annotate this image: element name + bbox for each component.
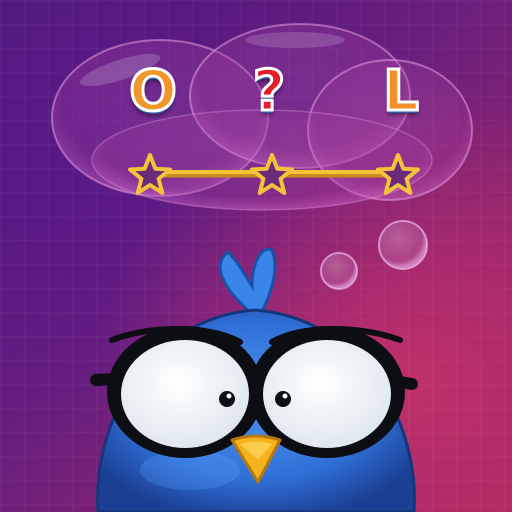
game-background: O ? L bbox=[0, 0, 512, 512]
head-tuft bbox=[218, 247, 277, 314]
bird-mascot bbox=[90, 247, 418, 512]
right-pupil bbox=[275, 391, 291, 407]
left-pupil bbox=[219, 391, 235, 407]
